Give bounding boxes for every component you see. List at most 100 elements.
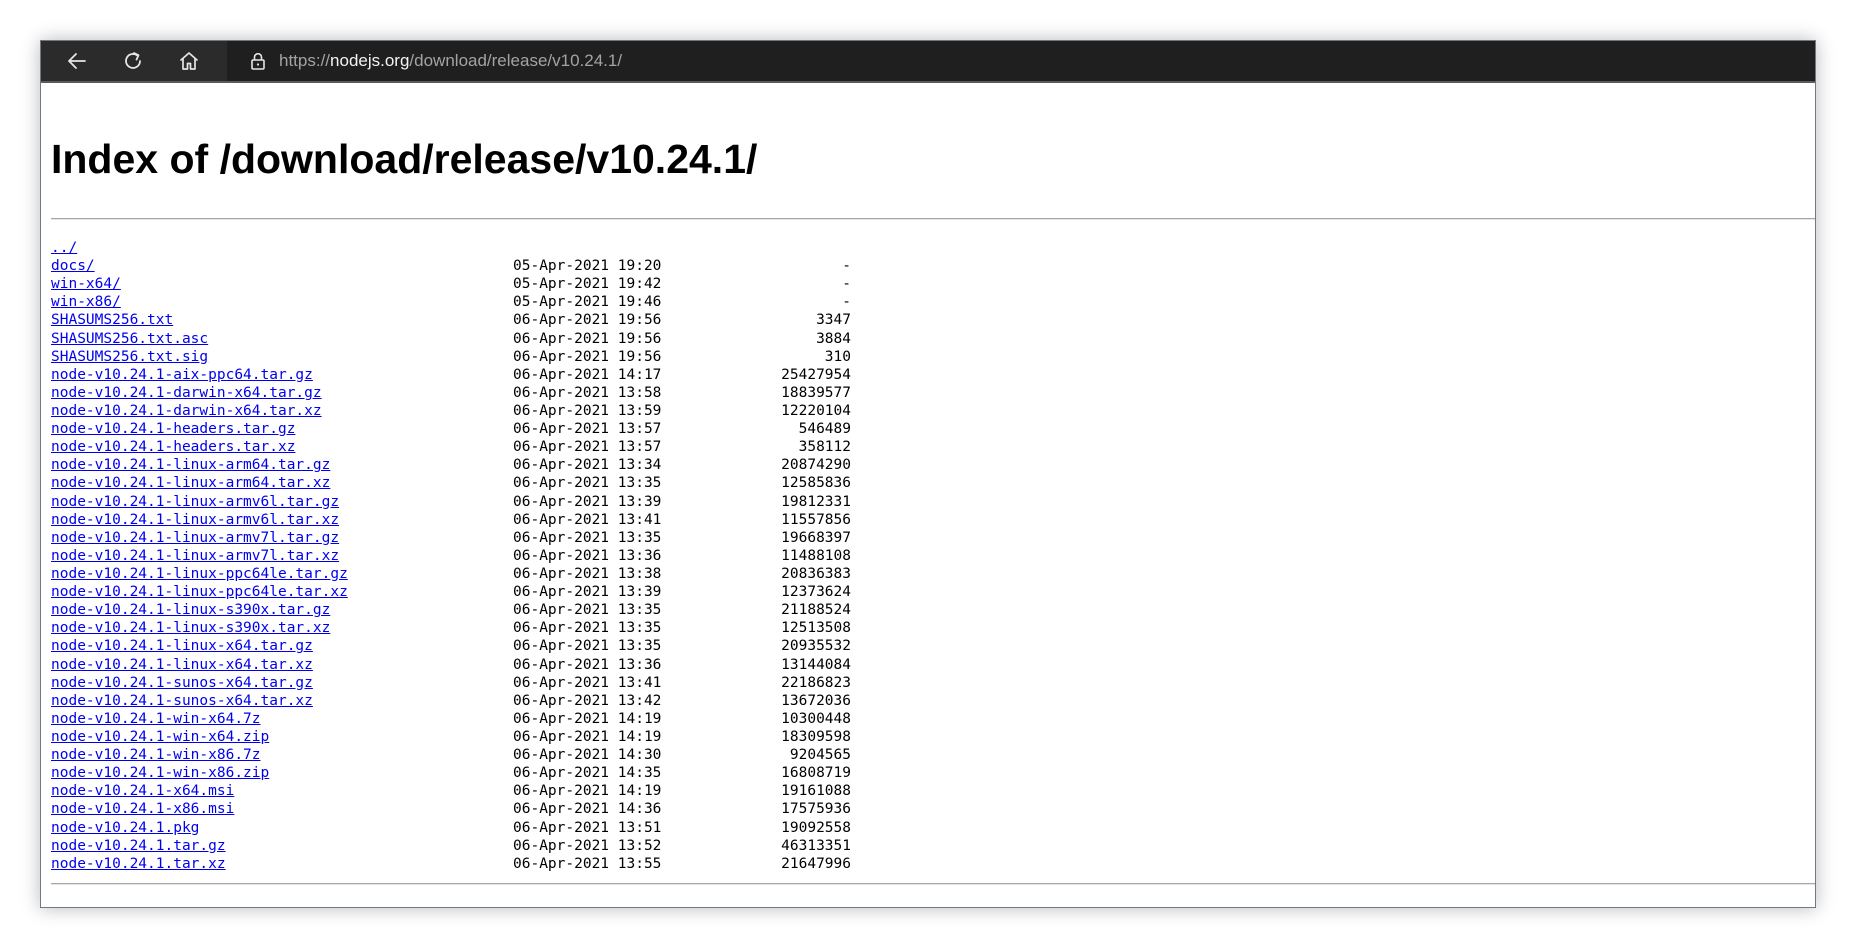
lock-icon[interactable] <box>247 50 269 72</box>
file-link[interactable]: node-v10.24.1-win-x86.zip <box>51 764 269 782</box>
file-row: node-v10.24.1-linux-s390x.tar.gz 06-Apr-2… <box>51 601 901 619</box>
file-date: 05-Apr-2021 19:20 <box>513 258 662 275</box>
file-size: 3347 <box>816 312 851 329</box>
file-row: node-v10.24.1.tar.xz 06-Apr-2021 13:55 216… <box>51 855 901 873</box>
browser-window: https://nodejs.org/download/release/v10.… <box>40 40 1816 908</box>
top-divider <box>51 218 1815 220</box>
url-scheme: https:// <box>279 51 331 70</box>
file-link[interactable]: node-v10.24.1-linux-armv7l.tar.xz <box>51 547 339 565</box>
file-link[interactable]: SHASUMS256.txt <box>51 311 173 329</box>
file-row: node-v10.24.1-linux-armv7l.tar.xz 06-Apr-… <box>51 547 901 565</box>
file-date: 06-Apr-2021 14:19 <box>513 710 662 727</box>
file-row: node-v10.24.1-win-x64.7z 06-Apr-2021 14:1… <box>51 710 901 728</box>
file-row: node-v10.24.1-darwin-x64.tar.gz 06-Apr-20… <box>51 384 901 402</box>
file-link[interactable]: node-v10.24.1-headers.tar.gz <box>51 420 295 438</box>
file-date: 06-Apr-2021 14:30 <box>513 747 662 764</box>
file-row: node-v10.24.1-headers.tar.gz 06-Apr-2021 … <box>51 420 901 438</box>
file-size: 16808719 <box>781 765 851 782</box>
file-link[interactable]: node-v10.24.1-darwin-x64.tar.xz <box>51 402 322 420</box>
file-date: 06-Apr-2021 14:35 <box>513 765 662 782</box>
file-size: 546489 <box>798 421 851 438</box>
file-link[interactable]: node-v10.24.1-linux-s390x.tar.xz <box>51 619 330 637</box>
file-size: 13672036 <box>781 692 851 709</box>
address-bar[interactable]: https://nodejs.org/download/release/v10.… <box>227 41 1815 81</box>
file-row: node-v10.24.1-linux-armv6l.tar.xz 06-Apr-… <box>51 511 901 529</box>
file-link[interactable]: win-x64/ <box>51 275 121 293</box>
file-row: SHASUMS256.txt 06-Apr-2021 19:56 3347 <box>51 311 901 329</box>
file-size: 18309598 <box>781 728 851 745</box>
file-size: 22186823 <box>781 674 851 691</box>
file-row: node-v10.24.1-linux-arm64.tar.xz 06-Apr-2… <box>51 474 901 492</box>
file-date: 06-Apr-2021 19:56 <box>513 312 662 329</box>
file-row: node-v10.24.1-linux-x64.tar.gz 06-Apr-202… <box>51 637 901 655</box>
file-link[interactable]: node-v10.24.1-linux-x64.tar.gz <box>51 637 313 655</box>
file-size: 18839577 <box>781 384 851 401</box>
file-link[interactable]: node-v10.24.1-linux-ppc64le.tar.xz <box>51 583 348 601</box>
file-size: 20836383 <box>781 565 851 582</box>
file-date: 06-Apr-2021 13:34 <box>513 457 662 474</box>
file-link[interactable]: node-v10.24.1.pkg <box>51 819 199 837</box>
reload-button[interactable] <box>105 41 161 81</box>
file-link[interactable]: node-v10.24.1-sunos-x64.tar.gz <box>51 674 313 692</box>
file-row: node-v10.24.1-sunos-x64.tar.xz 06-Apr-202… <box>51 692 901 710</box>
file-date: 05-Apr-2021 19:42 <box>513 276 662 293</box>
file-size: 13144084 <box>781 656 851 673</box>
file-row: SHASUMS256.txt.sig 06-Apr-2021 19:56 310 <box>51 348 901 366</box>
file-link[interactable]: node-v10.24.1-headers.tar.xz <box>51 438 295 456</box>
file-date: 06-Apr-2021 13:38 <box>513 565 662 582</box>
parent-directory-link[interactable]: ../ <box>51 239 77 257</box>
file-link[interactable]: node-v10.24.1-linux-arm64.tar.gz <box>51 456 330 474</box>
file-size: - <box>842 258 851 275</box>
file-link[interactable]: node-v10.24.1-win-x64.7z <box>51 710 261 728</box>
file-link[interactable]: SHASUMS256.txt.asc <box>51 330 208 348</box>
file-link[interactable]: node-v10.24.1-linux-x64.tar.xz <box>51 656 313 674</box>
file-size: 11488108 <box>781 547 851 564</box>
file-row: node-v10.24.1-x64.msi 06-Apr-2021 14:19 19… <box>51 782 901 800</box>
file-link[interactable]: node-v10.24.1.tar.xz <box>51 855 226 873</box>
file-link[interactable]: node-v10.24.1.tar.gz <box>51 837 226 855</box>
file-row: node-v10.24.1-linux-x64.tar.xz 06-Apr-202… <box>51 656 901 674</box>
file-link[interactable]: node-v10.24.1-x86.msi <box>51 800 234 818</box>
file-link[interactable]: node-v10.24.1-win-x64.zip <box>51 728 269 746</box>
file-date: 06-Apr-2021 13:57 <box>513 439 662 456</box>
reload-icon <box>125 52 141 69</box>
file-link[interactable]: node-v10.24.1-sunos-x64.tar.xz <box>51 692 313 710</box>
file-link[interactable]: node-v10.24.1-linux-arm64.tar.xz <box>51 474 330 492</box>
file-link[interactable]: node-v10.24.1-darwin-x64.tar.gz <box>51 384 322 402</box>
file-link[interactable]: node-v10.24.1-linux-armv6l.tar.gz <box>51 493 339 511</box>
page-content: Index of /download/release/v10.24.1/ ../… <box>41 83 1815 907</box>
file-size: 3884 <box>816 330 851 347</box>
file-size: 20874290 <box>781 457 851 474</box>
file-size: 310 <box>824 348 851 365</box>
file-link[interactable]: docs/ <box>51 257 95 275</box>
file-date: 06-Apr-2021 13:57 <box>513 421 662 438</box>
home-button[interactable] <box>161 41 217 81</box>
file-link[interactable]: node-v10.24.1-linux-s390x.tar.gz <box>51 601 330 619</box>
file-date: 06-Apr-2021 13:35 <box>513 620 662 637</box>
file-size: 19668397 <box>781 529 851 546</box>
file-link[interactable]: node-v10.24.1-linux-armv7l.tar.gz <box>51 529 339 547</box>
file-link[interactable]: SHASUMS256.txt.sig <box>51 348 208 366</box>
file-size: 12373624 <box>781 584 851 601</box>
file-row: node-v10.24.1-linux-s390x.tar.xz 06-Apr-2… <box>51 619 901 637</box>
file-date: 06-Apr-2021 13:36 <box>513 547 662 564</box>
file-link[interactable]: node-v10.24.1-x64.msi <box>51 782 234 800</box>
bottom-divider <box>51 883 1815 885</box>
page-title: Index of /download/release/v10.24.1/ <box>51 136 758 182</box>
back-button[interactable] <box>49 41 105 81</box>
file-link[interactable]: win-x86/ <box>51 293 121 311</box>
file-row: node-v10.24.1-win-x86.7z 06-Apr-2021 14:3… <box>51 746 901 764</box>
file-link[interactable]: node-v10.24.1-win-x86.7z <box>51 746 261 764</box>
file-size: 46313351 <box>781 837 851 854</box>
file-row: node-v10.24.1-win-x64.zip 06-Apr-2021 14:… <box>51 728 901 746</box>
file-date: 06-Apr-2021 19:56 <box>513 348 662 365</box>
file-size: 9204565 <box>789 747 851 764</box>
file-link[interactable]: node-v10.24.1-linux-armv6l.tar.xz <box>51 511 339 529</box>
file-link[interactable]: node-v10.24.1-linux-ppc64le.tar.gz <box>51 565 348 583</box>
file-link[interactable]: node-v10.24.1-aix-ppc64.tar.gz <box>51 366 313 384</box>
parent-row: ../ <box>51 239 901 257</box>
file-date: 06-Apr-2021 13:51 <box>513 819 662 836</box>
file-date: 06-Apr-2021 13:35 <box>513 529 662 546</box>
url-text[interactable]: https://nodejs.org/download/release/v10.… <box>279 50 622 72</box>
file-date: 06-Apr-2021 13:39 <box>513 584 662 601</box>
